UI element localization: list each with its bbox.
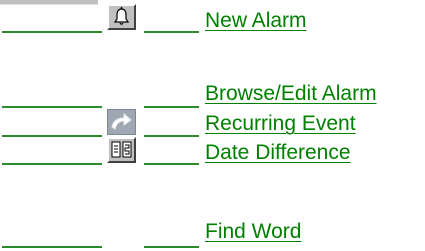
- list-item-find-word: Find Word: [0, 218, 425, 248]
- recurring-arrow-icon[interactable]: [107, 109, 136, 135]
- underline-mid: [144, 106, 199, 108]
- new-alarm-link[interactable]: New Alarm: [205, 9, 307, 33]
- date-difference-link[interactable]: Date Difference: [205, 141, 351, 165]
- list-item-browse-edit-alarm: Browse/Edit Alarm: [0, 78, 425, 108]
- underline-left: [2, 31, 102, 33]
- underline-left: [2, 246, 102, 248]
- underline-mid: [144, 31, 199, 33]
- list-item-date-difference: Date Difference: [0, 137, 425, 167]
- list-item-recurring-event: Recurring Event: [0, 109, 425, 139]
- underline-mid: [144, 246, 199, 248]
- list-item-new-alarm: New Alarm: [0, 4, 425, 34]
- underline-mid: [144, 163, 199, 165]
- browse-edit-alarm-link[interactable]: Browse/Edit Alarm: [205, 82, 377, 106]
- underline-left: [2, 106, 102, 108]
- recurring-event-link[interactable]: Recurring Event: [205, 112, 356, 136]
- underline-left: [2, 163, 102, 165]
- bell-icon[interactable]: [107, 4, 136, 30]
- calendar-diff-icon[interactable]: [107, 137, 136, 163]
- find-word-link[interactable]: Find Word: [205, 220, 301, 244]
